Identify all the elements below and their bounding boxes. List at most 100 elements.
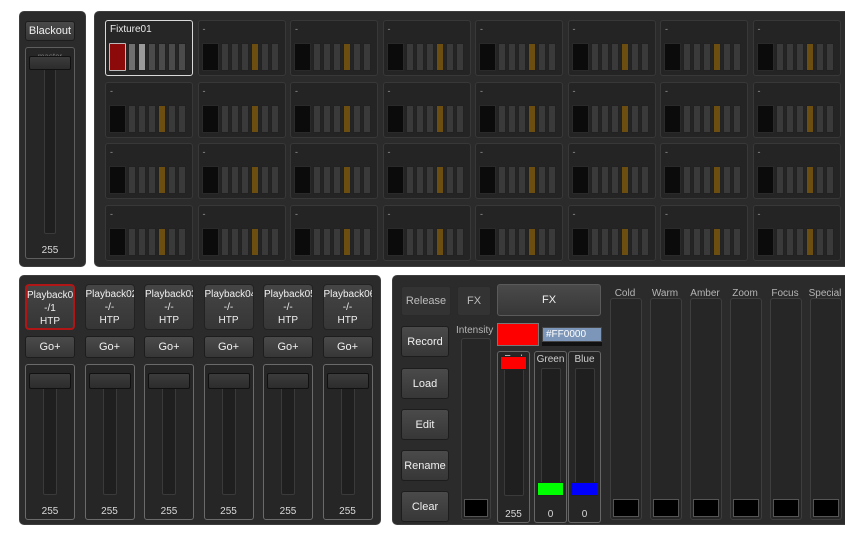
playback-fader[interactable]: 255 (25, 364, 75, 520)
action-button-clear[interactable]: Clear (401, 491, 449, 522)
fixture-tile[interactable]: - (290, 204, 378, 261)
fixture-tile[interactable]: - (475, 20, 563, 76)
playback-fader-knob[interactable] (267, 373, 309, 389)
fixture-tile[interactable]: - (567, 20, 656, 76)
fixture-channel-cell (363, 43, 371, 71)
color-swatch[interactable] (497, 323, 539, 346)
go-button[interactable]: Go+ (322, 336, 373, 358)
action-button-edit[interactable]: Edit (401, 409, 449, 440)
fixture-channels (386, 104, 464, 133)
fixture-color-cell (756, 227, 774, 256)
fixture-tile[interactable]: - (567, 204, 656, 261)
fixture-tile[interactable]: - (475, 204, 563, 261)
playback-fader-knob[interactable] (148, 373, 190, 389)
channel-fader-special[interactable] (810, 298, 842, 520)
fixture-channel-cell (723, 43, 731, 71)
fixture-tile[interactable]: - (290, 143, 378, 199)
fixture-channels (201, 166, 279, 194)
playback-fader-knob[interactable] (88, 373, 131, 389)
fx-tab-button[interactable]: FX (457, 286, 491, 316)
action-button-load[interactable]: Load (401, 368, 449, 399)
fixture-tile[interactable]: - (660, 143, 748, 199)
action-button-record[interactable]: Record (401, 326, 449, 357)
fixture-tile[interactable]: - (660, 81, 748, 138)
playback-fader[interactable]: 255 (322, 364, 373, 520)
fixture-channel-cell (415, 227, 424, 256)
playback-fader-knob[interactable] (29, 373, 71, 389)
fixture-tile[interactable]: - (382, 204, 471, 261)
playback-fader-knob[interactable] (326, 373, 369, 389)
fixture-tile[interactable]: Fixture01 (105, 20, 193, 76)
rgb-fader-blue[interactable]: Blue 0 (568, 351, 601, 523)
channel-fader-warm[interactable] (650, 298, 682, 520)
channel-fader-cold[interactable] (610, 298, 642, 520)
fixture-tile[interactable]: - (197, 143, 286, 199)
fixture-channels (664, 166, 741, 194)
release-button[interactable]: Release (401, 286, 451, 316)
fixture-tile[interactable]: - (382, 81, 471, 138)
playback-name: Playback05 (264, 289, 313, 300)
fixture-channel-cell (323, 43, 331, 71)
rgb-fader-green[interactable]: Green 0 (534, 351, 567, 523)
color-hex-field[interactable]: #FF0000 (542, 327, 602, 342)
playback-header[interactable]: Playback04 -/- HTP (203, 284, 254, 330)
rgb-fader-knob[interactable] (571, 482, 598, 496)
fixture-tile[interactable]: - (752, 204, 841, 261)
playback-header[interactable]: Playback03 -/- HTP (144, 284, 194, 330)
fixture-tile[interactable]: - (475, 143, 563, 199)
playback-fader[interactable]: 255 (84, 364, 135, 520)
playback-header[interactable]: Playback01 -/1 HTP (25, 284, 75, 330)
fixture-name: - (387, 85, 391, 96)
fixture-tile[interactable]: - (660, 204, 748, 261)
fixture-tile[interactable]: - (105, 204, 193, 261)
fixture-channels (664, 104, 741, 133)
fixture-tile[interactable]: - (660, 20, 748, 76)
fixture-tile[interactable]: - (475, 81, 563, 138)
rgb-fader-knob[interactable] (537, 482, 564, 496)
playback-fader-knob[interactable] (207, 373, 250, 389)
fixture-tile[interactable]: - (752, 81, 841, 138)
playback-fader[interactable]: 255 (144, 364, 194, 520)
fixture-tile[interactable]: - (197, 204, 286, 261)
master-fader[interactable]: master 255 (25, 47, 75, 259)
fixture-tile[interactable]: - (197, 81, 286, 138)
go-button[interactable]: Go+ (84, 336, 135, 358)
playback-header[interactable]: Playback06 -/- HTP (322, 284, 373, 330)
intensity-fader[interactable] (461, 338, 491, 520)
fixture-name: - (480, 24, 483, 34)
fixture-tile[interactable]: - (382, 143, 471, 199)
channel-fader-zoom[interactable] (730, 298, 762, 520)
go-button[interactable]: Go+ (144, 336, 194, 358)
rgb-fader-knob[interactable] (500, 356, 527, 370)
fixture-tile[interactable]: - (752, 143, 841, 199)
fx-button[interactable]: FX (497, 284, 601, 316)
fixture-tile[interactable]: - (105, 81, 193, 138)
fixture-channel-cell (805, 104, 814, 133)
go-button[interactable]: Go+ (25, 336, 75, 358)
go-button[interactable]: Go+ (263, 336, 313, 358)
fixture-channel-cell (528, 104, 536, 133)
fixture-tile[interactable]: - (105, 143, 193, 199)
channel-fader-amber[interactable] (690, 298, 722, 520)
playback-header[interactable]: Playback05 -/- HTP (263, 284, 313, 330)
rgb-fader-red[interactable]: Red255 (497, 351, 530, 523)
fixture-tile[interactable]: - (197, 20, 286, 76)
playback-fader[interactable]: 255 (263, 364, 313, 520)
playback-header[interactable]: Playback02 -/- HTP (84, 284, 135, 330)
fixture-tile[interactable]: - (752, 20, 841, 76)
fixture-tile[interactable]: - (382, 20, 471, 76)
fixture-tile[interactable]: - (290, 81, 378, 138)
playback-name: Playback06 (323, 289, 373, 300)
channel-fader-focus[interactable] (770, 298, 802, 520)
fixture-tile[interactable]: - (567, 81, 656, 138)
fixture-channel-cell (528, 166, 536, 194)
playback-fader[interactable]: 255 (203, 364, 254, 520)
action-button-rename[interactable]: Rename (401, 450, 449, 481)
fixture-tile[interactable]: - (567, 143, 656, 199)
master-fader-knob[interactable] (29, 56, 71, 70)
fixture-channel-cell (805, 43, 814, 71)
fixture-channel-cell (178, 166, 186, 194)
go-button[interactable]: Go+ (203, 336, 254, 358)
blackout-button[interactable]: Blackout (25, 21, 75, 41)
fixture-tile[interactable]: - (290, 20, 378, 76)
